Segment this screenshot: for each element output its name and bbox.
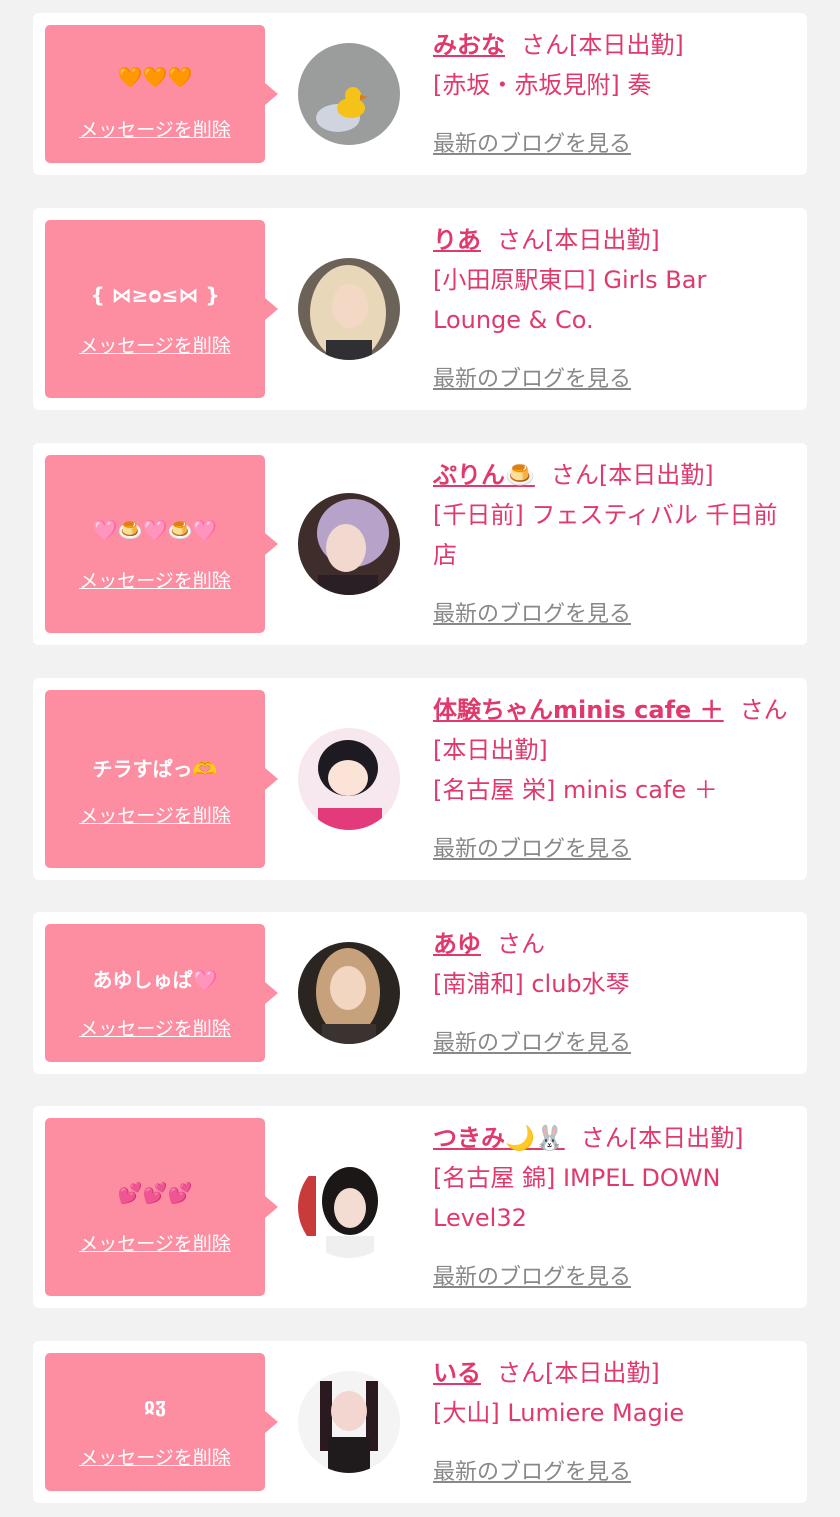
message-bubble: ჲჳ メッセージを削除 bbox=[45, 1353, 278, 1491]
message-bubble: { ⋈≥ᴑ≤⋈ } メッセージを削除 bbox=[45, 220, 278, 398]
profile-photo-icon bbox=[298, 258, 400, 360]
delete-message-link[interactable]: メッセージを削除 bbox=[45, 1229, 265, 1256]
latest-blog-link[interactable]: 最新のブログを見る bbox=[433, 361, 631, 393]
message-text: ჲჳ bbox=[143, 1393, 167, 1417]
shop-name: [小田原駅東口] Girls Bar Lounge & Co. bbox=[433, 266, 707, 334]
avatar[interactable] bbox=[298, 1371, 400, 1473]
message-text: チラすぱっ🫶 bbox=[92, 757, 218, 781]
list-item: 🧡🧡🧡 メッセージを削除 みおな さん[本日出勤] [赤坂・赤坂見附] 奏 最新の… bbox=[33, 13, 807, 175]
profile-photo-icon bbox=[298, 942, 400, 1044]
illustration-photo-icon bbox=[298, 728, 400, 830]
message-bubble: 🧡🧡🧡 メッセージを削除 bbox=[45, 25, 278, 163]
avatar[interactable] bbox=[298, 43, 400, 145]
delete-message-link[interactable]: メッセージを削除 bbox=[45, 1443, 265, 1470]
cast-status: さん[本日出勤] bbox=[497, 226, 660, 254]
message-text: 🧡🧡🧡 bbox=[117, 65, 193, 89]
cast-info: ぷりん🍮 さん[本日出勤] [千日前] フェスティバル 千日前店 bbox=[433, 455, 788, 575]
cast-status: さん[本日出勤] bbox=[550, 461, 714, 489]
shop-name: [名古屋 錦] IMPEL DOWN Level32 bbox=[433, 1164, 721, 1232]
delete-message-link[interactable]: メッセージを削除 bbox=[45, 115, 265, 142]
list-item: ჲჳ メッセージを削除 いる さん[本日出勤] [大山] Lumiere Magi… bbox=[33, 1341, 807, 1503]
cast-name-link[interactable]: 体験ちゃんminis cafe ＋ bbox=[433, 696, 724, 724]
avatar[interactable] bbox=[298, 258, 400, 360]
favorites-list: 🧡🧡🧡 メッセージを削除 みおな さん[本日出勤] [赤坂・赤坂見附] 奏 最新の… bbox=[0, 0, 840, 1517]
cast-name-link[interactable]: いる bbox=[433, 1359, 481, 1387]
latest-blog-link[interactable]: 最新のブログを見る bbox=[433, 1259, 631, 1291]
cast-status: さん[本日出勤] bbox=[521, 31, 684, 59]
cast-name-link[interactable]: みおな bbox=[433, 31, 505, 59]
profile-photo-icon bbox=[298, 493, 400, 595]
cast-info: 体験ちゃんminis cafe ＋さん[本日出勤] [名古屋 栄] minis … bbox=[433, 690, 788, 810]
cast-name-link[interactable]: ぷりん🍮 bbox=[433, 461, 535, 489]
delete-message-link[interactable]: メッセージを削除 bbox=[45, 566, 265, 593]
shop-name: [名古屋 栄] minis cafe ＋ bbox=[433, 776, 718, 804]
delete-message-link[interactable]: メッセージを削除 bbox=[45, 801, 265, 828]
cast-name-link[interactable]: つきみ🌙🐰 bbox=[433, 1124, 565, 1152]
cast-name-link[interactable]: りあ bbox=[433, 226, 481, 254]
list-item: あゆしゅぱ🩷 メッセージを削除 あゆ さん [南浦和] club水琴 最新のブログ… bbox=[33, 912, 807, 1074]
list-item: 💕💕💕 メッセージを削除 つきみ🌙🐰 さん[本日出勤] [名古屋 錦] IMPEL… bbox=[33, 1106, 807, 1308]
latest-blog-link[interactable]: 最新のブログを見る bbox=[433, 1454, 631, 1486]
message-bubble: 🩷🍮🩷🍮🩷 メッセージを削除 bbox=[45, 455, 278, 633]
cast-status: さん[本日出勤] bbox=[497, 1359, 660, 1387]
latest-blog-link[interactable]: 最新のブログを見る bbox=[433, 1025, 631, 1057]
cast-status: さん bbox=[497, 930, 545, 958]
duck-photo-icon bbox=[298, 43, 400, 145]
list-item: { ⋈≥ᴑ≤⋈ } メッセージを削除 りあ さん[本日出勤] [小田原駅東口] G… bbox=[33, 208, 807, 410]
cast-info: みおな さん[本日出勤] [赤坂・赤坂見附] 奏 bbox=[433, 25, 788, 105]
delete-message-link[interactable]: メッセージを削除 bbox=[45, 1014, 265, 1041]
message-bubble: 💕💕💕 メッセージを削除 bbox=[45, 1118, 278, 1296]
avatar[interactable] bbox=[298, 942, 400, 1044]
avatar[interactable] bbox=[298, 493, 400, 595]
message-bubble: チラすぱっ🫶 メッセージを削除 bbox=[45, 690, 278, 868]
message-text: 💕💕💕 bbox=[117, 1181, 193, 1205]
message-text: { ⋈≥ᴑ≤⋈ } bbox=[90, 283, 220, 307]
shop-name: [千日前] フェスティバル 千日前店 bbox=[433, 501, 778, 569]
latest-blog-link[interactable]: 最新のブログを見る bbox=[433, 831, 631, 863]
latest-blog-link[interactable]: 最新のブログを見る bbox=[433, 126, 631, 158]
shop-name: [南浦和] club水琴 bbox=[433, 970, 630, 998]
list-item: 🩷🍮🩷🍮🩷 メッセージを削除 ぷりん🍮 さん[本日出勤] [千日前] フェスティバ… bbox=[33, 443, 807, 645]
message-text: あゆしゅぱ🩷 bbox=[92, 968, 218, 992]
message-bubble: あゆしゅぱ🩷 メッセージを削除 bbox=[45, 924, 278, 1062]
profile-photo-icon bbox=[298, 1371, 400, 1473]
avatar[interactable] bbox=[298, 1156, 400, 1258]
cast-info: いる さん[本日出勤] [大山] Lumiere Magie bbox=[433, 1353, 788, 1433]
cast-info: つきみ🌙🐰 さん[本日出勤] [名古屋 錦] IMPEL DOWN Level32 bbox=[433, 1118, 788, 1238]
cast-status: さん[本日出勤] bbox=[580, 1124, 744, 1152]
cast-info: あゆ さん [南浦和] club水琴 bbox=[433, 924, 788, 1004]
avatar[interactable] bbox=[298, 728, 400, 830]
message-text: 🩷🍮🩷🍮🩷 bbox=[92, 518, 218, 542]
list-item: チラすぱっ🫶 メッセージを削除 体験ちゃんminis cafe ＋さん[本日出勤… bbox=[33, 678, 807, 880]
shop-name: [大山] Lumiere Magie bbox=[433, 1399, 685, 1427]
profile-photo-icon bbox=[298, 1156, 400, 1258]
shop-name: [赤坂・赤坂見附] 奏 bbox=[433, 71, 652, 99]
delete-message-link[interactable]: メッセージを削除 bbox=[45, 331, 265, 358]
cast-name-link[interactable]: あゆ bbox=[433, 930, 481, 958]
latest-blog-link[interactable]: 最新のブログを見る bbox=[433, 596, 631, 628]
cast-info: りあ さん[本日出勤] [小田原駅東口] Girls Bar Lounge & C… bbox=[433, 220, 788, 340]
